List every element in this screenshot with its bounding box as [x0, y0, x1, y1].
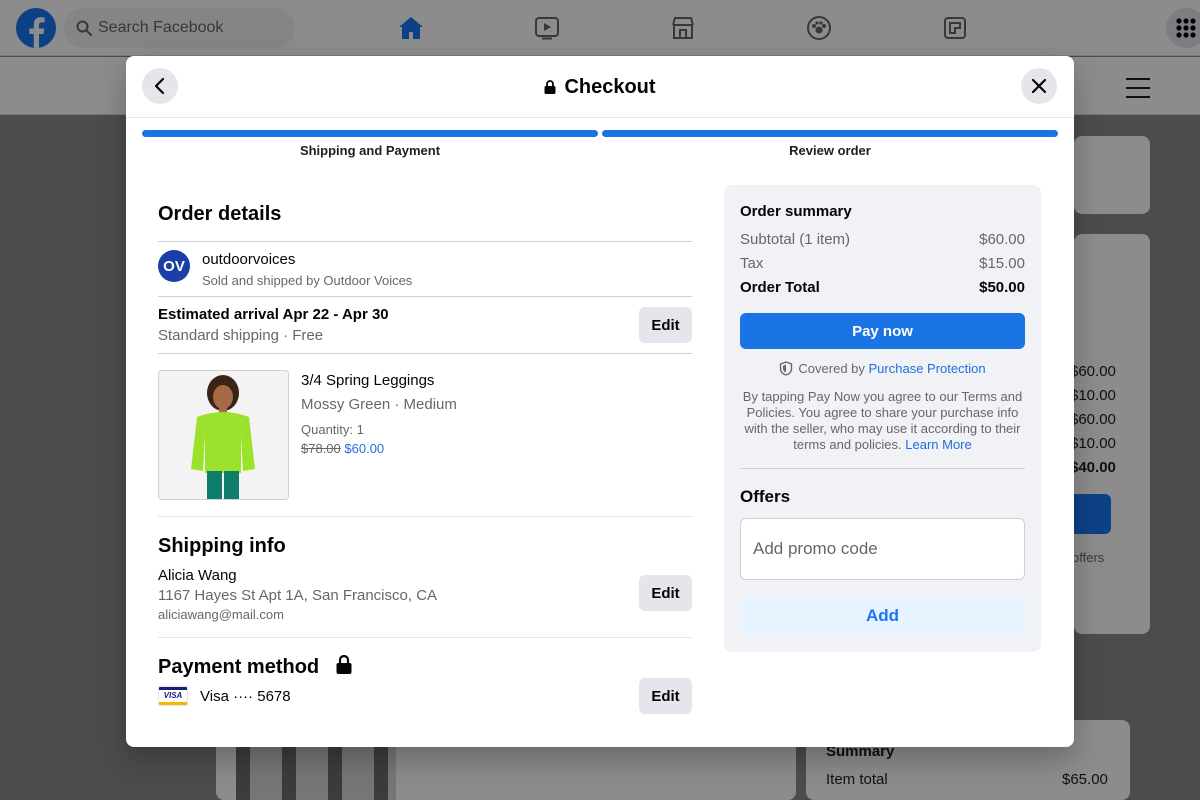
terms-body: By tapping Pay Now you agree to our Term…: [742, 389, 1023, 452]
purchase-protection-link[interactable]: Purchase Protection: [869, 361, 986, 376]
shipping-method: Standard shipping · Free: [158, 327, 324, 344]
seller-name[interactable]: outdoorvoices: [202, 251, 295, 268]
order-total-row: Order Total $50.00: [740, 279, 1025, 296]
payment-method-heading: Payment method: [158, 656, 320, 678]
subtotal-row: Subtotal (1 item) $60.00: [740, 231, 1025, 248]
offers-heading: Offers: [740, 487, 791, 506]
product-quantity: Quantity: 1: [301, 422, 364, 437]
subtotal-value: $60.00: [979, 231, 1025, 248]
close-icon: [1031, 78, 1047, 94]
pay-now-button[interactable]: Pay now: [740, 313, 1025, 349]
product-variant: Mossy Green · Medium: [301, 396, 457, 413]
product-image[interactable]: [158, 370, 289, 500]
original-price: $78.00: [301, 441, 341, 456]
card-number: Visa ···· 5678: [200, 688, 291, 705]
edit-arrival-button[interactable]: Edit: [639, 307, 692, 343]
subtotal-label: Subtotal (1 item): [740, 231, 851, 248]
tax-label: Tax: [740, 255, 764, 272]
purchase-protection-line: Covered by Purchase Protection: [740, 361, 1025, 376]
order-summary-panel: Order summary Subtotal (1 item) $60.00 T…: [724, 185, 1041, 652]
divider: [158, 516, 692, 517]
product-price-line: $78.00 $60.00: [301, 441, 384, 456]
edit-shipping-button[interactable]: Edit: [639, 575, 692, 611]
order-summary-heading: Order summary: [740, 203, 852, 220]
seller-avatar[interactable]: OV: [158, 250, 190, 282]
promo-code-input[interactable]: [740, 518, 1025, 580]
visa-card-icon: VISA: [158, 686, 188, 706]
step-label-shipping[interactable]: Shipping and Payment: [142, 143, 598, 158]
terms-text: By tapping Pay Now you agree to our Term…: [740, 389, 1025, 453]
shield-icon: [780, 361, 793, 376]
order-total-value: $50.00: [979, 279, 1025, 296]
estimated-arrival: Estimated arrival Apr 22 - Apr 30: [158, 306, 389, 323]
tax-value: $15.00: [979, 255, 1025, 272]
dialog-title-text: Checkout: [564, 75, 656, 98]
add-promo-button[interactable]: Add: [740, 596, 1025, 636]
step-progress-shipping: [142, 130, 598, 137]
shipping-address: 1167 Hayes St Apt 1A, San Francisco, CA: [158, 587, 438, 604]
lock-icon: [544, 80, 556, 94]
close-button[interactable]: [1021, 68, 1057, 104]
order-details-heading: Order details: [158, 203, 282, 225]
divider: [158, 637, 692, 638]
step-progress-review: [602, 130, 1058, 137]
order-total-label: Order Total: [740, 279, 820, 296]
lock-icon: [336, 655, 352, 674]
learn-more-link[interactable]: Learn More: [905, 437, 971, 452]
checkout-dialog: Checkout Shipping and Payment Review ord…: [126, 56, 1074, 747]
sale-price: $60.00: [344, 441, 385, 456]
dialog-header: Checkout: [126, 56, 1074, 118]
seller-subtitle: Sold and shipped by Outdoor Voices: [202, 273, 413, 288]
step-label-review[interactable]: Review order: [602, 143, 1058, 158]
divider: [158, 241, 692, 242]
back-button[interactable]: [142, 68, 178, 104]
chevron-left-icon: [154, 77, 165, 95]
shipping-name: Alicia Wang: [158, 567, 237, 584]
product-name[interactable]: 3/4 Spring Leggings: [301, 372, 434, 389]
shipping-info-heading: Shipping info: [158, 535, 286, 557]
divider: [740, 468, 1025, 469]
tax-row: Tax $15.00: [740, 255, 1025, 272]
divider: [158, 296, 692, 297]
protection-prefix: Covered by: [798, 361, 865, 376]
dialog-title: Checkout: [126, 56, 1074, 118]
edit-payment-button[interactable]: Edit: [639, 678, 692, 714]
shipping-email: aliciawang@mail.com: [158, 607, 284, 622]
divider: [158, 353, 692, 354]
